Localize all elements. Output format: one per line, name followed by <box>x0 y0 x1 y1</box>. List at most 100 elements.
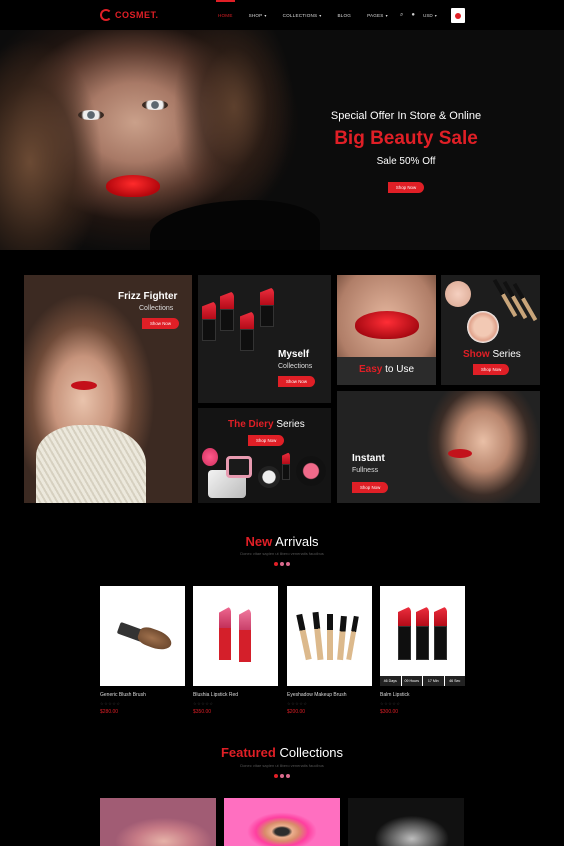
site-header: COSMET. HOME SHOP ▾ COLLECTIONS ▾ BLOG PAG… <box>0 0 564 30</box>
lipstick-image <box>398 606 411 660</box>
featured-collections-title: Featured Collections <box>220 745 344 760</box>
main-nav: HOME SHOP ▾ COLLECTIONS ▾ BLOG PAGES ▾ <box>210 0 396 30</box>
powder-puff-image <box>445 281 471 307</box>
page: COSMET. HOME SHOP ▾ COLLECTIONS ▾ BLOG PAG… <box>0 0 564 846</box>
tile-subtitle: Fullness <box>352 467 379 474</box>
tile-title: Myself <box>278 349 310 360</box>
hero-banner: Special Offer In Store & Online Big Beau… <box>0 30 564 250</box>
countdown-hours: 09 Hours <box>401 676 422 686</box>
hero-sale: Sale 50% Off <box>376 156 436 167</box>
tile-lips <box>355 311 419 339</box>
compact-image <box>258 466 280 488</box>
tile-subtitle: Collections <box>278 363 313 370</box>
product-image[interactable] <box>287 586 372 686</box>
new-arrivals-title: New Arrivals <box>245 534 319 549</box>
lipstick-image <box>240 311 254 351</box>
product-price: $280.00 <box>100 709 119 715</box>
logo-text: COSMET. <box>115 10 159 20</box>
hero-lips <box>106 175 160 197</box>
product-name[interactable]: Generic Blush Brush <box>100 692 185 698</box>
logo[interactable]: COSMET. <box>100 9 159 21</box>
rating-stars: ☆☆☆☆☆ <box>287 701 308 706</box>
user-icon[interactable]: ● <box>411 12 415 18</box>
tile-easy-to-use[interactable]: Easy to Use <box>337 275 436 385</box>
tile-lips <box>71 381 97 390</box>
diery-shop-now-button[interactable]: Shop Now <box>248 435 285 446</box>
product-name[interactable]: Blushia Lipstick Red <box>193 692 278 698</box>
product-image[interactable]: 46 Days 09 Hours 17 Min 46 Sec <box>380 586 465 686</box>
frizz-show-now-button[interactable]: Show Now <box>142 318 179 329</box>
section-divider-dots <box>274 562 290 566</box>
hero-subtitle: Special Offer In Store & Online <box>330 110 482 122</box>
product-name[interactable]: Balm Lipstick <box>380 692 465 698</box>
tile-lips <box>448 449 472 458</box>
nav-shop[interactable]: SHOP ▾ <box>241 0 275 30</box>
product-image[interactable] <box>100 586 185 686</box>
lipstick-image <box>416 606 429 660</box>
rating-stars: ☆☆☆☆☆ <box>100 701 121 706</box>
chevron-down-icon: ▾ <box>434 12 437 18</box>
product-price: $350.00 <box>193 709 212 715</box>
tile-instant-fullness[interactable]: Instant Fullness Shop Now <box>337 391 540 503</box>
hero-shop-now-button[interactable]: Shop Now <box>387 182 425 193</box>
hero-eye <box>78 110 104 120</box>
featured-description: Donec vitae sapien ut libero venenatis f… <box>240 763 324 768</box>
lipstick-image <box>260 287 274 327</box>
compact-powder-image <box>467 311 499 343</box>
nav-home[interactable]: HOME <box>210 0 241 30</box>
logo-icon <box>100 9 112 21</box>
show-series-shop-now-button[interactable]: Shop Now <box>473 364 510 375</box>
tile-frizz-fighter[interactable]: Frizz Fighter Collections Show Now <box>24 275 192 503</box>
lipstick-image <box>219 606 231 660</box>
tile-title: Easy to Use <box>359 364 415 375</box>
blush-compact-image <box>226 456 252 478</box>
countdown-days: 46 Days <box>380 676 401 686</box>
product-name[interactable]: Eyeshadow Makeup Brush <box>287 692 372 698</box>
search-icon[interactable]: ⌕ <box>400 12 403 19</box>
tile-title: Frizz Fighter <box>118 291 178 302</box>
chevron-down-icon: ▾ <box>319 13 322 18</box>
countdown-minutes: 17 Min <box>423 676 444 686</box>
lipstick-image <box>220 291 234 331</box>
product-card[interactable]: Eyeshadow Makeup Brush ☆☆☆☆☆ $200.00 <box>287 586 372 715</box>
tile-title: Show Series <box>463 349 521 360</box>
cart-icon <box>455 13 461 19</box>
rating-stars: ☆☆☆☆☆ <box>193 701 214 706</box>
nav-collections[interactable]: COLLECTIONS ▾ <box>275 0 330 30</box>
featured-image[interactable] <box>348 798 464 846</box>
product-image[interactable] <box>193 586 278 686</box>
cart-button[interactable] <box>451 8 465 23</box>
product-card[interactable]: Generic Blush Brush ☆☆☆☆☆ $280.00 <box>100 586 185 715</box>
lipstick-image <box>202 301 216 341</box>
product-price: $200.00 <box>287 709 306 715</box>
tile-show-series[interactable]: Show Series Shop Now <box>441 275 540 385</box>
blush-compact-image <box>296 456 326 486</box>
chevron-down-icon: ▾ <box>264 13 267 18</box>
myself-show-now-button[interactable]: Show Now <box>278 376 315 387</box>
tile-diery-series[interactable]: The Diery Series Shop Now <box>198 408 331 503</box>
lipstick-image <box>239 608 251 662</box>
countdown-seconds: 46 Sec <box>444 676 465 686</box>
section-divider-dots <box>274 774 290 778</box>
hero-eye <box>142 100 168 110</box>
product-card[interactable]: 46 Days 09 Hours 17 Min 46 Sec Balm Lips… <box>380 586 465 715</box>
chevron-down-icon: ▾ <box>385 13 388 18</box>
header-tools: ⌕ ● USD ▾ <box>400 0 437 30</box>
tile-title: Instant <box>352 453 385 464</box>
lipstick-image <box>282 452 290 480</box>
featured-image[interactable] <box>100 798 216 846</box>
nav-blog[interactable]: BLOG <box>329 0 359 30</box>
instant-shop-now-button[interactable]: Shop Now <box>352 482 389 493</box>
sponge-image <box>202 448 218 466</box>
rating-stars: ☆☆☆☆☆ <box>380 701 401 706</box>
tile-title: The Diery Series <box>228 419 305 430</box>
product-card[interactable]: Blushia Lipstick Red ☆☆☆☆☆ $350.00 <box>193 586 278 715</box>
tile-dress-image <box>36 425 146 503</box>
featured-image[interactable] <box>224 798 340 846</box>
nav-pages[interactable]: PAGES ▾ <box>359 0 396 30</box>
tile-myself[interactable]: Myself Collections Show Now <box>198 275 331 403</box>
currency-select[interactable]: USD ▾ <box>423 13 437 18</box>
hero-text: Special Offer In Store & Online Big Beau… <box>300 110 512 194</box>
tile-subtitle: Collections <box>139 305 174 312</box>
new-arrivals-description: Donec vitae sapien ut libero venenatis f… <box>240 551 324 556</box>
